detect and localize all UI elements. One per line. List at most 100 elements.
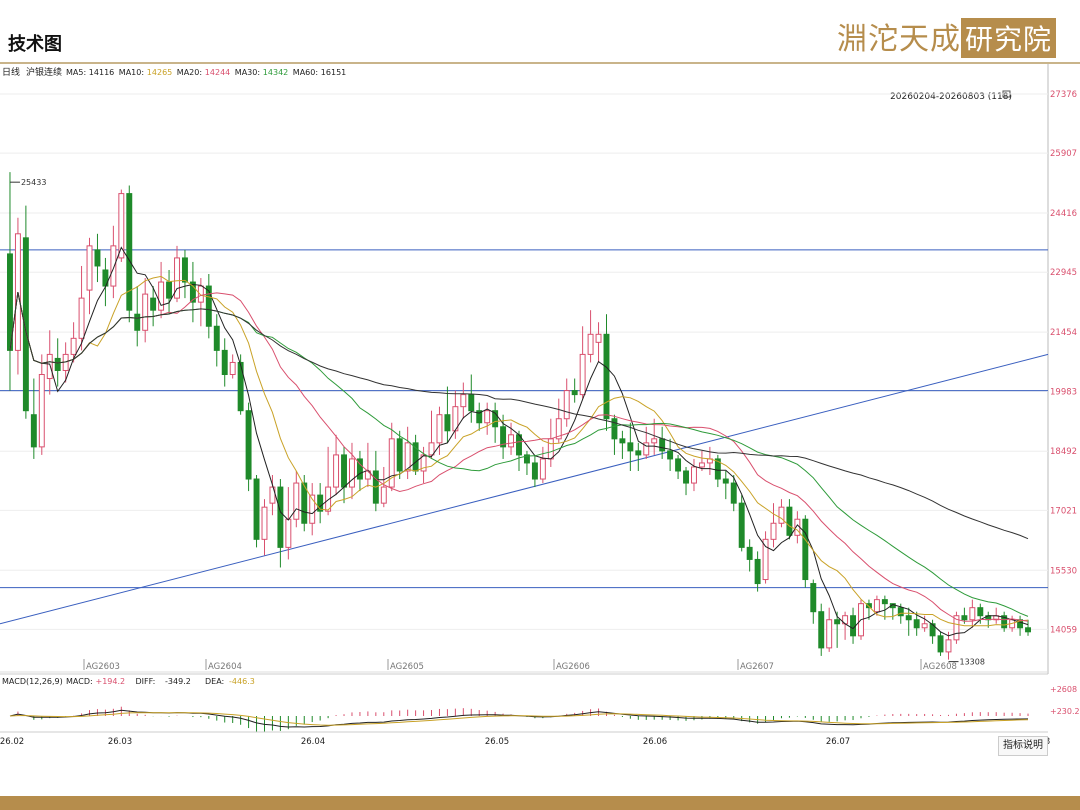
candle-down <box>675 458 682 472</box>
candle-down <box>683 470 689 484</box>
x-axis: 26.0226.0326.0426.0526.0626.0726.08 <box>0 731 1050 747</box>
candle-down <box>746 546 753 560</box>
contract-label: AG2607 <box>740 662 774 672</box>
legend-ma-label: MA30: <box>235 68 260 77</box>
legend-period: 日线 <box>2 66 20 78</box>
candle-down <box>659 438 666 452</box>
candle-up <box>778 506 785 524</box>
legend-ma-value: 14244 <box>205 68 230 77</box>
contract-label: AG2604 <box>208 662 242 672</box>
candle-down <box>738 502 745 548</box>
candle-up <box>428 442 435 456</box>
trend-line <box>0 353 1049 625</box>
contract-labels: AG2603 AG2604 AG2605 AG2606 AG2607 AG2608 <box>83 659 957 672</box>
high-marker-label: 25433 <box>21 178 46 187</box>
macd-item-label: DIFF: <box>136 677 156 686</box>
macd-dea-line <box>9 712 1029 726</box>
candle-up <box>70 337 77 355</box>
candle-up <box>873 599 880 613</box>
candle-up <box>826 619 833 649</box>
candle-down <box>977 607 984 617</box>
candle-down <box>221 349 228 376</box>
macd-y-tick: +230.2 <box>1050 707 1080 716</box>
candle-up <box>921 623 928 629</box>
candle-up <box>197 285 204 303</box>
macd-panel: MACD(12,26,9) MACD: +194.2 DIFF: -349.2 DEA: -… <box>0 673 1080 732</box>
contract-label: AG2605 <box>390 662 424 672</box>
candle-down <box>818 611 825 649</box>
candle-down <box>253 478 260 540</box>
macd-item-value: -349.2 <box>165 677 191 686</box>
macd-item-value: -446.3 <box>229 677 255 686</box>
low-marker-label: 13308 <box>959 658 984 667</box>
candle-up <box>563 390 570 420</box>
candle-down <box>722 478 729 484</box>
candle-down <box>881 599 888 605</box>
x-tick-label: 26.06 <box>643 737 667 747</box>
candle-up <box>110 245 117 287</box>
candle-up <box>388 438 395 488</box>
page-title: 技术图 <box>8 34 62 55</box>
legend-ma-value: 14342 <box>263 68 288 77</box>
candle-down <box>94 249 101 267</box>
macd-item-label: MACD: <box>66 677 93 686</box>
y-tick-label: 18492 <box>1050 447 1077 457</box>
candle-up <box>770 522 777 540</box>
candle-up <box>579 353 586 396</box>
candle-down <box>730 482 737 504</box>
y-tick-label: 25907 <box>1050 149 1077 159</box>
candle-down <box>619 438 626 444</box>
candle-down <box>627 442 634 452</box>
candle-up <box>547 438 554 460</box>
candle-up <box>698 462 705 468</box>
macd-y-tick: +2608 <box>1050 685 1077 694</box>
candle-down <box>277 486 284 548</box>
candle-up <box>46 353 53 380</box>
candle-down <box>834 619 841 625</box>
candle-up <box>142 293 149 331</box>
candle-up <box>762 538 769 581</box>
legend-symbol: 沪银连续 <box>26 66 62 78</box>
legend-ma-label: MA10: <box>119 68 144 77</box>
y-tick-label: 22945 <box>1050 268 1077 278</box>
legend-ma-label: MA60: <box>293 68 318 77</box>
candle-down <box>396 438 403 472</box>
x-tick-label: 26.07 <box>826 737 850 747</box>
x-tick-label: 26.03 <box>108 737 132 747</box>
candle-up <box>261 506 268 540</box>
candle-up <box>508 434 515 448</box>
candle-down <box>905 615 912 621</box>
x-tick-label: 26.02 <box>0 737 24 747</box>
candle-down <box>635 450 642 456</box>
indicator-explain-button[interactable]: 指标说明 <box>998 736 1048 756</box>
candle-down <box>937 635 944 653</box>
macd-item-value: +194.2 <box>96 677 126 686</box>
candle-down <box>810 583 817 613</box>
candle-up <box>158 281 165 311</box>
footer-bar <box>0 796 1080 810</box>
y-axis: 27376 25907 24416 22945 21454 19983 18492 17021… <box>1050 90 1077 635</box>
candle-down <box>412 442 419 472</box>
candle-down <box>850 615 857 637</box>
brand-name: 淵沱天成 <box>836 22 961 57</box>
candle-down <box>126 193 133 311</box>
brand-name-boxed: 研究院 <box>960 18 1056 58</box>
chart-container: 日线 沪银连续 MA5: 14116 MA10: 14265 MA20: 14244 MA30:… <box>0 64 1080 756</box>
y-tick-label: 19983 <box>1050 387 1077 397</box>
candle-up <box>293 482 300 520</box>
horizontal-levels <box>0 249 1049 625</box>
candle-up <box>78 297 85 339</box>
candle-up <box>380 486 387 504</box>
y-tick-label: 14059 <box>1050 625 1077 635</box>
candle-up <box>229 361 236 376</box>
candle-up <box>484 410 491 424</box>
candle-up <box>86 245 93 291</box>
candle-down <box>913 619 920 629</box>
candle-up <box>691 466 697 484</box>
x-tick-label: 26.04 <box>301 737 325 747</box>
candle-up <box>38 374 45 448</box>
candle-down <box>54 357 61 371</box>
range-label: 20260204-20260803 (118) <box>890 92 1012 102</box>
legend-ma-label: MA5: <box>66 68 86 77</box>
ma60-line <box>9 292 1029 540</box>
